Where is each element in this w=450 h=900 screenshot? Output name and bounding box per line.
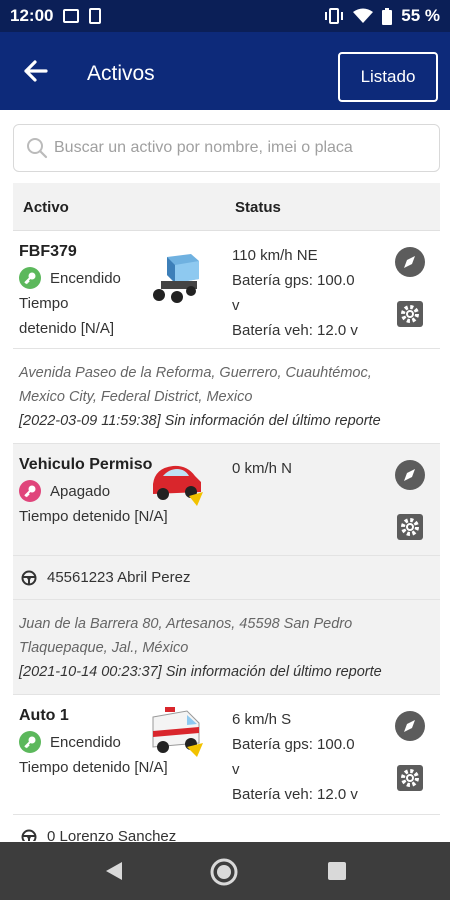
driver-name: 45561223 Abril Perez <box>47 569 191 586</box>
stopped-time: Tiempo detenido [N/A] <box>19 508 168 525</box>
search-box <box>13 124 440 172</box>
steering-wheel-icon <box>21 570 37 585</box>
gps-battery: Batería gps: 100.0 <box>232 272 355 289</box>
driver-name: 0 Lorenzo Sanchez <box>47 828 177 841</box>
ignition-status: Encendido <box>19 267 121 289</box>
ignition-status: Encendido <box>19 731 121 753</box>
compass-icon[interactable] <box>395 460 425 490</box>
gps-battery-unit: v <box>232 297 240 314</box>
gear-icon[interactable] <box>395 299 425 329</box>
stopped-line: detenido [N/A] <box>19 320 115 337</box>
asset-address: Juan de la Barrera 80, Artesanos, 45598 … <box>13 600 440 695</box>
listado-button[interactable]: Listado <box>338 52 438 102</box>
table-header: Activo Status <box>13 183 440 231</box>
vehicle-battery: Batería veh: 12.0 v <box>232 322 358 339</box>
app-bar: Activos Listado <box>0 32 450 110</box>
compass-icon[interactable] <box>395 247 425 277</box>
search-icon <box>27 138 48 159</box>
clipboard-icon <box>89 8 102 24</box>
vehicle-battery: Batería veh: 12.0 v <box>232 786 358 803</box>
column-header-activo: Activo <box>23 199 69 216</box>
gps-battery-unit: v <box>232 761 240 778</box>
status-info: 110 km/h NE Batería gps: 100.0 v Batería… <box>232 243 382 343</box>
stopped-time: Tiempo detenido [N/A] <box>19 291 114 341</box>
speed-text: 110 km/h NE <box>232 247 318 264</box>
last-report: [2021-10-14 00:23:37] Sin información de… <box>19 664 382 680</box>
asset-name: FBF379 <box>19 243 77 260</box>
truck-icon <box>153 254 199 303</box>
steering-wheel-icon <box>21 829 37 841</box>
asset-name: Auto 1 <box>19 707 69 724</box>
gear-icon[interactable] <box>395 512 425 542</box>
arrow-left-icon[interactable] <box>22 58 48 84</box>
driver-row: 45561223 Abril Perez <box>13 556 440 600</box>
status-info: 6 km/h S Batería gps: 100.0 v Batería ve… <box>232 707 382 807</box>
search-input[interactable] <box>54 139 424 157</box>
gps-battery: Batería gps: 100.0 <box>232 736 355 753</box>
asset-row[interactable]: Vehiculo Permiso Apagado Tiempo detenido… <box>13 444 440 556</box>
status-info: 0 km/h N <box>232 456 382 481</box>
image-icon <box>63 9 80 23</box>
asset-list: FBF379 Encendido Tiempo detenido [N/A] 1… <box>13 231 440 841</box>
nav-back-icon[interactable] <box>104 861 124 881</box>
stopped-time: Tiempo detenido [N/A] <box>19 759 168 776</box>
last-report: [2022-03-09 11:59:38] Sin información de… <box>19 413 381 429</box>
status-bar: 12:00 55 % <box>0 0 450 32</box>
battery-percent: 55 % <box>401 6 440 25</box>
status-time: 12:00 <box>10 6 54 25</box>
speed-text: 6 km/h S <box>232 711 292 728</box>
nav-home-icon[interactable] <box>209 857 239 887</box>
address-line: Avenida Paseo de la Reforma, Guerrero, C… <box>19 365 372 381</box>
asset-row[interactable]: FBF379 Encendido Tiempo detenido [N/A] 1… <box>13 231 440 349</box>
ignition-label: Encendido <box>50 733 121 751</box>
key-icon <box>19 480 41 502</box>
red-car-icon <box>153 465 203 506</box>
column-header-status: Status <box>235 199 281 216</box>
ambulance-icon <box>152 707 203 757</box>
page-title: Activos <box>87 62 155 85</box>
key-icon <box>19 267 41 289</box>
navigation-bar <box>0 842 450 900</box>
ignition-label: Apagado <box>50 482 111 500</box>
driver-row: 0 Lorenzo Sanchez <box>13 815 440 841</box>
key-icon <box>19 731 41 753</box>
nav-recent-apps-icon[interactable] <box>328 862 346 880</box>
address-line: Mexico City, Federal District, Mexico <box>19 389 253 405</box>
gear-icon[interactable] <box>395 763 425 793</box>
ignition-label: Encendido <box>50 269 121 287</box>
speed-text: 0 km/h N <box>232 460 293 477</box>
compass-icon[interactable] <box>395 711 425 741</box>
ignition-status: Apagado <box>19 480 110 502</box>
vibrate-icon <box>325 8 344 24</box>
asset-row[interactable]: Auto 1 Encendido Tiempo detenido [N/A] 6… <box>13 695 440 815</box>
stopped-line: Tiempo <box>19 295 69 312</box>
asset-name: Vehiculo Permiso <box>19 456 153 473</box>
address-line: Juan de la Barrera 80, Artesanos, 45598 … <box>19 616 353 632</box>
asset-address: Avenida Paseo de la Reforma, Guerrero, C… <box>13 349 440 444</box>
wifi-icon <box>353 8 374 23</box>
battery-icon <box>382 7 393 25</box>
address-line: Tlaquepaque, Jal., México <box>19 640 189 656</box>
